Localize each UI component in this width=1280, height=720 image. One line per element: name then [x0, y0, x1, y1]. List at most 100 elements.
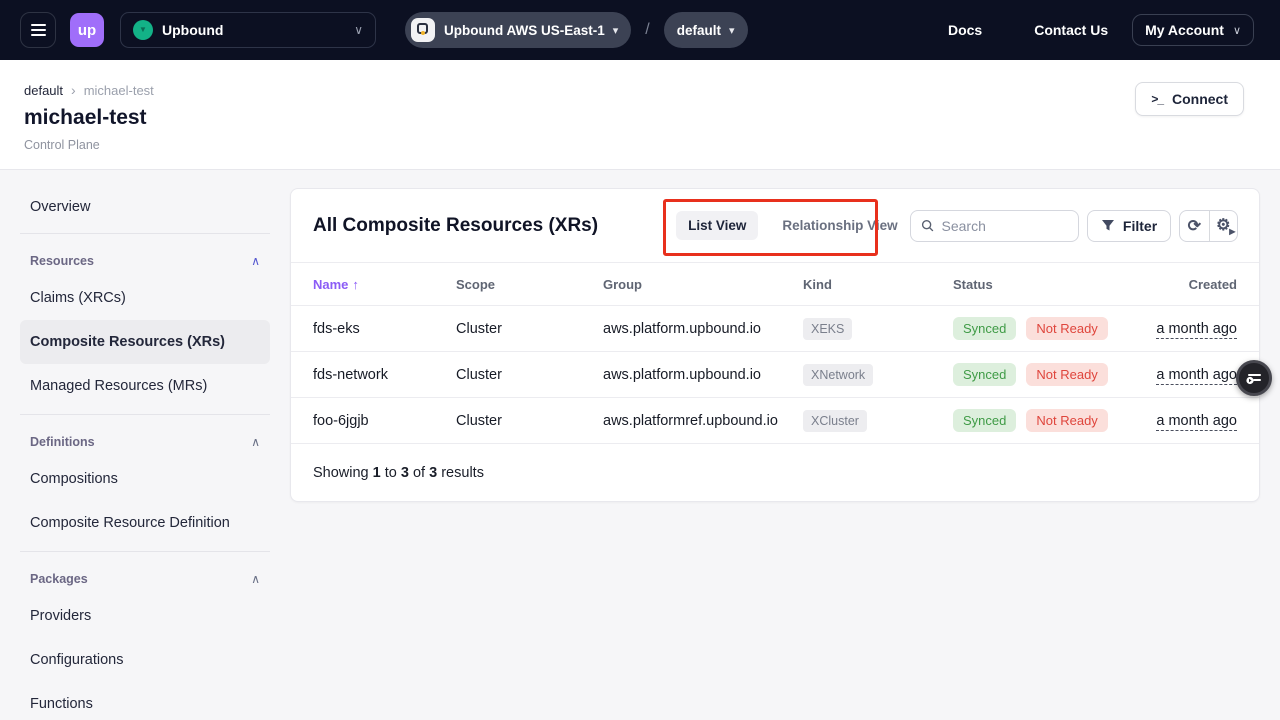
- created-tooltip-link[interactable]: a month ago: [1156, 367, 1237, 385]
- page-header: default › michael-test michael-test Cont…: [0, 60, 1280, 170]
- search-input[interactable]: [942, 218, 1068, 234]
- cell-group: aws.platform.upbound.io: [603, 321, 803, 337]
- control-plane-icon: [411, 18, 435, 42]
- my-account-button[interactable]: My Account ∨: [1132, 14, 1254, 46]
- column-header-status[interactable]: Status: [953, 277, 1143, 292]
- sidebar-item-configurations[interactable]: Configurations: [20, 638, 270, 682]
- column-header-scope[interactable]: Scope: [456, 277, 603, 292]
- section-header-label: Packages: [30, 572, 88, 586]
- list-view-button[interactable]: List View: [676, 211, 758, 240]
- search-icon: [921, 218, 934, 233]
- cell-group: aws.platformref.upbound.io: [603, 413, 803, 429]
- group-selector[interactable]: default ▾: [664, 12, 748, 48]
- group-selector-label: default: [677, 23, 721, 38]
- cell-name: fds-eks: [313, 321, 456, 337]
- cell-name: foo-6jgjb: [313, 413, 456, 429]
- cell-kind: XNetwork: [803, 364, 953, 386]
- column-header-group[interactable]: Group: [603, 277, 803, 292]
- filter-button[interactable]: Filter: [1087, 210, 1171, 242]
- synced-badge: Synced: [953, 317, 1016, 340]
- sidebar-item-managed-resources-mrs[interactable]: Managed Resources (MRs): [20, 364, 270, 408]
- view-toggle: List View Relationship View: [676, 211, 910, 240]
- sidebar-section-definitions[interactable]: Definitions ∧: [20, 427, 270, 457]
- connect-label: Connect: [1172, 91, 1228, 107]
- table-actions: ⟳ ⚙ ▶: [1179, 210, 1238, 242]
- sidebar-item-functions[interactable]: Functions: [20, 682, 270, 720]
- upbound-logo[interactable]: up: [70, 13, 104, 47]
- table-row[interactable]: fds-network Cluster aws.platform.upbound…: [291, 351, 1259, 397]
- column-header-kind[interactable]: Kind: [803, 277, 953, 292]
- cell-kind: XCluster: [803, 410, 953, 432]
- organization-selector[interactable]: ▼ Upbound ∨: [120, 12, 376, 48]
- not-ready-badge: Not Ready: [1026, 363, 1107, 386]
- feedback-widget-button[interactable]: [1236, 360, 1272, 396]
- kind-badge: XCluster: [803, 410, 867, 432]
- table-row[interactable]: fds-eks Cluster aws.platform.upbound.io …: [291, 305, 1259, 351]
- search-box: [910, 210, 1079, 242]
- menu-icon[interactable]: [20, 12, 56, 48]
- refresh-button[interactable]: ⟳: [1180, 211, 1208, 241]
- sort-ascending-icon: ↑: [352, 277, 359, 292]
- page-subtitle: Control Plane: [24, 138, 1280, 152]
- contact-us-link[interactable]: Contact Us: [1034, 22, 1108, 38]
- path-separator: /: [645, 21, 649, 39]
- sidebar: Overview Resources ∧ Claims (XRCs) Compo…: [20, 170, 270, 720]
- cell-name: fds-network: [313, 367, 456, 383]
- gear-icon: ⚙ ▶: [1216, 218, 1230, 234]
- control-plane-selector[interactable]: Upbound AWS US-East-1 ▾: [405, 12, 631, 48]
- top-navbar: up ▼ Upbound ∨ Upbound AWS US-East-1 ▾ /…: [0, 0, 1280, 60]
- sidebar-item-providers[interactable]: Providers: [20, 594, 270, 638]
- results-summary: Showing 1 to 3 of 3 results: [291, 443, 1259, 502]
- relationship-view-button[interactable]: Relationship View: [770, 211, 909, 240]
- terminal-icon: >_: [1151, 92, 1163, 106]
- filter-label: Filter: [1123, 218, 1157, 234]
- auto-refresh-settings-button[interactable]: ⚙ ▶: [1209, 211, 1238, 241]
- breadcrumb-root-link[interactable]: default: [24, 83, 63, 98]
- connect-button[interactable]: >_ Connect: [1135, 82, 1244, 116]
- created-tooltip-link[interactable]: a month ago: [1156, 413, 1237, 431]
- section-header-label: Definitions: [30, 435, 95, 449]
- chevron-up-icon: ∧: [251, 254, 260, 268]
- cell-scope: Cluster: [456, 321, 603, 337]
- cell-kind: XEKS: [803, 318, 953, 340]
- divider: [20, 414, 270, 415]
- composite-resources-card: All Composite Resources (XRs) List View …: [290, 188, 1260, 502]
- org-selector-label: Upbound: [162, 22, 223, 38]
- synced-badge: Synced: [953, 363, 1016, 386]
- sidebar-item-compositions[interactable]: Compositions: [20, 457, 270, 501]
- card-header: All Composite Resources (XRs) List View …: [291, 189, 1259, 263]
- column-header-name[interactable]: Name ↑: [313, 277, 456, 292]
- page-title: michael-test: [24, 106, 1280, 130]
- synced-badge: Synced: [953, 409, 1016, 432]
- chevron-up-icon: ∧: [251, 572, 260, 586]
- cell-group: aws.platform.upbound.io: [603, 367, 803, 383]
- divider: [20, 233, 270, 234]
- card-title: All Composite Resources (XRs): [313, 215, 598, 237]
- sidebar-item-overview[interactable]: Overview: [20, 189, 270, 225]
- sidebar-item-composite-resource-definition[interactable]: Composite Resource Definition: [20, 501, 270, 545]
- breadcrumb: default › michael-test: [24, 82, 1280, 98]
- breadcrumb-separator-icon: ›: [71, 82, 76, 98]
- my-account-label: My Account: [1145, 22, 1224, 38]
- refresh-icon: ⟳: [1188, 216, 1201, 236]
- created-tooltip-link[interactable]: a month ago: [1156, 321, 1237, 339]
- control-plane-label: Upbound AWS US-East-1: [444, 23, 605, 38]
- sidebar-section-resources[interactable]: Resources ∧: [20, 246, 270, 276]
- chevron-up-icon: ∧: [251, 435, 260, 449]
- cell-scope: Cluster: [456, 413, 603, 429]
- feedback-widget-icon: [1244, 368, 1264, 388]
- sidebar-section-packages[interactable]: Packages ∧: [20, 564, 270, 594]
- filter-funnel-icon: [1101, 219, 1115, 232]
- not-ready-badge: Not Ready: [1026, 409, 1107, 432]
- sidebar-item-composite-resources-xrs[interactable]: Composite Resources (XRs): [20, 320, 270, 364]
- chevron-down-icon: ∨: [354, 23, 363, 37]
- org-avatar-icon: ▼: [133, 20, 153, 40]
- column-header-created[interactable]: Created: [1143, 277, 1237, 292]
- not-ready-badge: Not Ready: [1026, 317, 1107, 340]
- docs-link[interactable]: Docs: [948, 22, 982, 38]
- sidebar-item-claims-xrcs[interactable]: Claims (XRCs): [20, 276, 270, 320]
- chevron-down-icon: ∨: [1233, 24, 1241, 37]
- cell-status: Synced Not Ready: [953, 409, 1143, 432]
- divider: [20, 551, 270, 552]
- table-row[interactable]: foo-6jgjb Cluster aws.platformref.upboun…: [291, 397, 1259, 443]
